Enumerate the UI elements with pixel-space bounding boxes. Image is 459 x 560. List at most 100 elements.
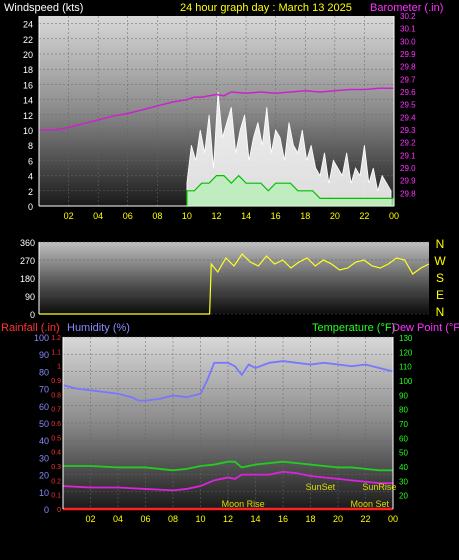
compass-letter: W [434,254,446,268]
compass-letter: N [436,237,445,251]
rain-y-tick: 1.2 [51,335,61,342]
humidity-y-tick: 100 [34,333,49,343]
temp-y-tick: 120 [399,348,413,357]
humidity-y-tick: 60 [39,402,49,412]
wind-y-tick: 4 [28,172,33,182]
temp-y-tick: 130 [399,334,413,343]
wind-y-tick: 24 [23,20,33,30]
temp-y-tick: 50 [399,449,408,458]
temp-x-tick: 00 [388,514,398,524]
temp-x-tick: 12 [223,514,233,524]
wind-y-tick: 0 [28,202,33,212]
temperature-axis-title: Temperature (°F) [312,322,395,334]
wind-x-tick: 16 [271,211,281,221]
weather-graph-svg: Windspeed (kts) 24 hour graph day : Marc… [1,2,459,524]
baro-y-tick: 29.2 [400,139,416,148]
temp-x-tick: 22 [360,514,370,524]
temp-y-tick: 20 [399,492,408,501]
temp-y-tick: 110 [399,363,412,372]
wind-y-tick: 2 [28,187,33,197]
rain-y-tick: 0.3 [51,464,61,471]
dir-y-tick: 0 [30,310,35,320]
rain-y-tick: 0.9 [51,378,61,385]
temp-x-tick: 06 [140,514,150,524]
moonset-label: Moon Set [350,499,389,509]
temp-x-tick: 16 [278,514,288,524]
wind-x-tick: 10 [182,211,192,221]
wind-x-tick: 18 [300,211,310,221]
temp-x-tick: 20 [333,514,343,524]
humidity-y-tick: 50 [39,419,49,429]
wind-x-tick: 02 [64,211,74,221]
temp-x-tick: 02 [85,514,95,524]
baro-y-tick: 30.2 [400,12,416,21]
baro-y-tick: 29.8 [400,63,416,72]
wind-y-tick: 8 [28,141,33,151]
temp-y-tick: 80 [399,406,408,415]
weather-graph: Windspeed (kts) 24 hour graph day : Marc… [0,0,459,555]
moonrise-label: Moon Rise [222,499,265,509]
wind-x-tick: 04 [93,211,103,221]
dir-y-tick: 270 [20,256,35,266]
baro-y-tick: 29.4 [400,113,416,122]
humidity-y-tick: 0 [44,505,49,515]
humidity-y-tick: 10 [39,488,49,498]
baro-y-tick: 29.9 [400,177,416,186]
wind-x-tick: 00 [389,211,399,221]
direction-panel-axes: 0 90 180 270 360 [20,238,40,320]
rain-y-tick: 1.1 [51,349,61,356]
dir-y-tick: 180 [20,274,35,284]
baro-y-tick: 29.5 [400,101,416,110]
temp-y-tick: 70 [399,420,408,429]
temp-y-tick: 40 [399,463,408,472]
compass-letter: S [436,271,444,285]
wind-y-tick: 12 [23,111,33,121]
humidity-y-tick: 20 [39,471,49,481]
wind-y-tick: 20 [23,50,33,60]
baro-y-tick: 29.8 [400,189,416,198]
wind-y-tick: 18 [23,65,33,75]
baro-y-tick: 29.0 [400,164,416,173]
dir-y-tick: 90 [25,292,35,302]
temp-y-tick: 90 [399,391,408,400]
windspeed-axis-title: Windspeed (kts) [4,2,83,14]
wind-x-tick: 08 [152,211,162,221]
rain-y-tick: 1 [57,364,61,371]
wind-y-tick: 10 [23,126,33,136]
wind-x-tick: 20 [330,211,340,221]
temp-x-tick: 04 [113,514,123,524]
baro-y-tick: 29.7 [400,75,416,84]
humidity-y-tick: 70 [39,385,49,395]
baro-y-tick: 30.1 [400,25,416,34]
rain-y-tick: 0.2 [51,478,61,485]
wind-x-tick: 12 [211,211,221,221]
baro-y-tick: 29.3 [400,126,416,135]
humidity-y-tick: 40 [39,436,49,446]
rain-y-tick: 0.6 [51,421,61,428]
humidity-axis-title: Humidity (%) [67,322,130,334]
rain-y-tick: 0.5 [51,435,61,442]
rainfall-axis-title: Rainfall (.in) [1,322,60,334]
wind-y-tick: 6 [28,156,33,166]
rain-y-tick: 0.1 [51,493,61,500]
temp-y-tick: 30 [399,477,408,486]
sunset-label: SunSet [306,482,336,492]
wind-y-tick: 22 [23,35,33,45]
baro-y-tick: 29.6 [400,88,416,97]
wind-y-tick: 14 [23,96,33,106]
compass-letter: E [436,288,444,302]
compass-letter: N [436,305,445,319]
temp-y-tick: 60 [399,434,408,443]
temp-x-tick: 08 [168,514,178,524]
humidity-y-tick: 90 [39,350,49,360]
dewpoint-axis-title: Dew Point (°F) [392,322,459,334]
compass-letters: NWSEN [434,237,446,319]
dir-y-tick: 360 [20,238,35,248]
baro-y-tick: 30.0 [400,37,416,46]
wind-x-tick: 14 [241,211,251,221]
sunrise-label: SunRise [362,482,396,492]
baro-y-tick: 29.1 [400,151,416,160]
chart-title: 24 hour graph day : March 13 2025 [180,2,352,14]
temp-x-tick: 18 [305,514,315,524]
rain-y-tick: 0.8 [51,392,61,399]
